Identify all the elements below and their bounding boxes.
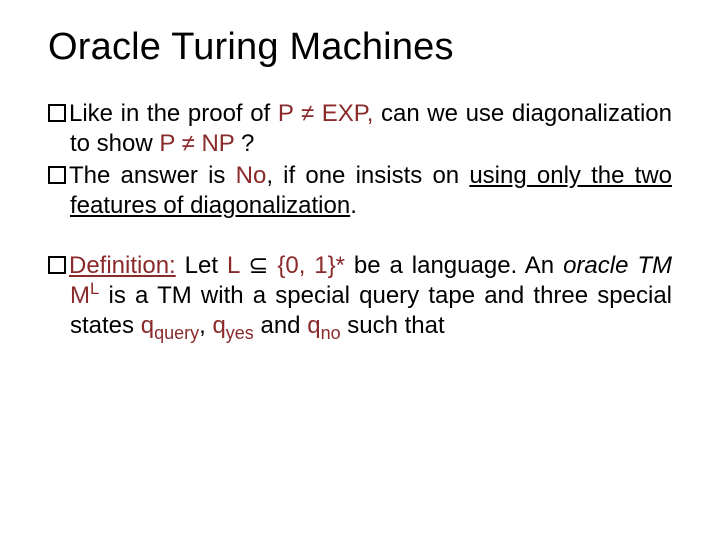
emph-no: No <box>236 162 267 189</box>
slide-title: Oracle Turing Machines <box>48 26 672 69</box>
text: be a language. An <box>345 252 563 279</box>
text: ⊆ <box>239 252 277 279</box>
definition-label: Definition: <box>69 252 176 279</box>
text: q <box>141 312 154 339</box>
text: Like <box>69 100 113 127</box>
text: q <box>212 312 225 339</box>
superscript-L: L <box>90 279 99 298</box>
text: The <box>69 162 110 189</box>
state-qquery: qquery <box>141 312 199 339</box>
text: q <box>307 312 320 339</box>
subscript-yes: yes <box>226 323 254 343</box>
text: and <box>254 312 307 339</box>
subscript-query: query <box>154 323 199 343</box>
math-pnp: P ≠ NP <box>159 130 234 157</box>
state-qyes: qyes <box>212 312 253 339</box>
square-bullet-icon <box>48 166 66 184</box>
state-qno: qno <box>307 312 340 339</box>
subscript-no: no <box>321 323 341 343</box>
square-bullet-icon <box>48 256 66 274</box>
oracle-tm-term: oracle TM <box>563 252 672 279</box>
text: , if one insists on <box>266 162 469 189</box>
bullet-2: The answer is No, if one insists on usin… <box>48 161 672 221</box>
math-pexp: P ≠ EXP, <box>278 100 374 127</box>
bullet-group-1: Like in the proof of P ≠ EXP, can we use… <box>48 99 672 221</box>
slide: Oracle Turing Machines Like in the proof… <box>0 0 720 540</box>
set-notation: {0, 1}* <box>277 252 345 279</box>
text: Let <box>176 252 227 279</box>
text: M <box>70 282 90 309</box>
machine-M: ML <box>70 282 99 309</box>
text: , <box>199 312 212 339</box>
text: in the proof of <box>113 100 278 127</box>
text: . <box>350 192 357 219</box>
lang-L: L <box>227 252 239 279</box>
text: such that <box>341 312 445 339</box>
square-bullet-icon <box>48 104 66 122</box>
text: answer is <box>110 162 235 189</box>
text: ? <box>234 130 254 157</box>
bullet-3: Definition: Let L ⊆ {0, 1}* be a languag… <box>48 251 672 341</box>
bullet-group-2: Definition: Let L ⊆ {0, 1}* be a languag… <box>48 251 672 341</box>
bullet-1: Like in the proof of P ≠ EXP, can we use… <box>48 99 672 159</box>
